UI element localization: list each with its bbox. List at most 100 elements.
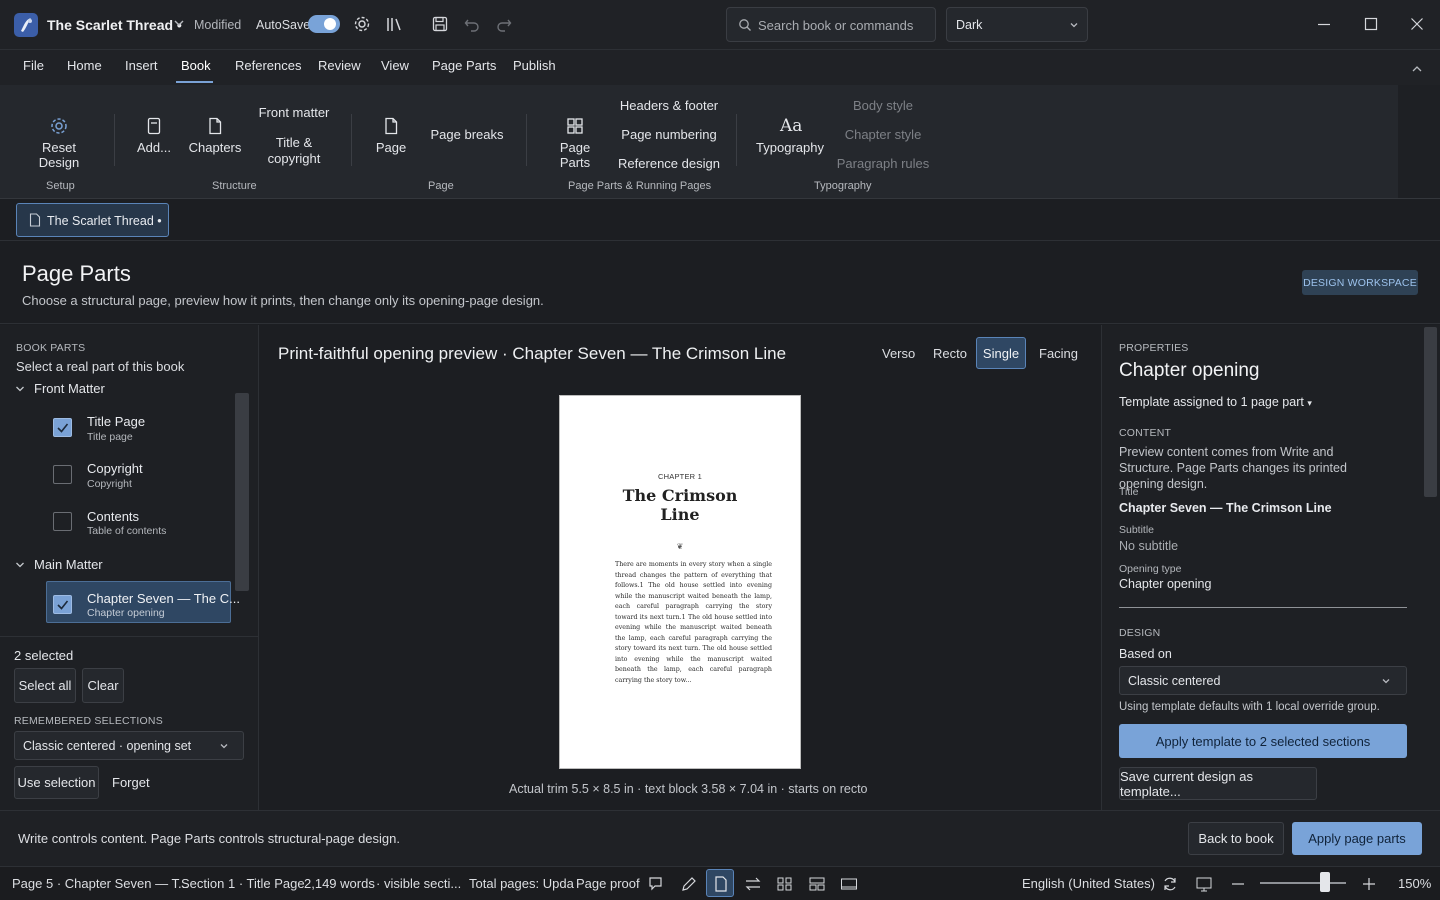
autosave-toggle[interactable] bbox=[308, 15, 340, 33]
part-title[interactable]: Title Page bbox=[87, 414, 145, 429]
swap-icon[interactable] bbox=[743, 874, 763, 894]
select-all-button[interactable]: Select all bbox=[14, 668, 76, 703]
refresh-icon[interactable] bbox=[1160, 874, 1180, 894]
part-subtitle: Title page bbox=[87, 431, 133, 443]
typography-icon: Aa bbox=[780, 116, 803, 136]
status-page[interactable]: Page 5 · Chapter Seven — T... bbox=[12, 876, 189, 891]
paragraph-rules-button[interactable]: Paragraph rules bbox=[834, 156, 932, 171]
page-button[interactable]: Page bbox=[371, 116, 411, 155]
chevron-down-icon[interactable] bbox=[14, 559, 26, 571]
title-page-checkbox[interactable] bbox=[53, 418, 72, 437]
save-icon[interactable] bbox=[431, 15, 449, 33]
chapters-button[interactable]: Chapters bbox=[186, 116, 244, 155]
page-parts-label: Page Parts bbox=[559, 140, 591, 170]
chapter-seven-checkbox[interactable] bbox=[53, 595, 72, 614]
front-matter-button[interactable]: Front matter bbox=[256, 105, 332, 120]
use-selection-button[interactable]: Use selection bbox=[14, 766, 99, 799]
front-matter-group[interactable]: Front Matter bbox=[34, 381, 105, 396]
page-subtitle: Choose a structural page, preview how it… bbox=[22, 293, 544, 308]
search-box[interactable]: Search book or commands bbox=[726, 7, 936, 42]
apply-template-button[interactable]: Apply template to 2 selected sections bbox=[1119, 724, 1407, 758]
headers-footer-button[interactable]: Headers & footer bbox=[617, 98, 721, 113]
zoom-slider-handle[interactable] bbox=[1320, 872, 1330, 892]
page-breaks-button[interactable]: Page breaks bbox=[430, 127, 504, 142]
page-header bbox=[0, 241, 1440, 324]
menu-file[interactable]: File bbox=[23, 58, 44, 73]
close-icon[interactable] bbox=[1409, 16, 1425, 32]
maximize-icon[interactable] bbox=[1363, 16, 1379, 32]
chevron-down-icon[interactable] bbox=[14, 383, 26, 395]
list-item-selected[interactable]: Chapter Seven — The C... Chapter opening bbox=[46, 581, 240, 623]
chapter-style-button[interactable]: Chapter style bbox=[838, 127, 928, 142]
chevron-down-icon[interactable] bbox=[172, 16, 186, 30]
page-parts-button[interactable]: Page Parts bbox=[544, 116, 606, 170]
status-section[interactable]: Section 1 · Title Page bbox=[181, 876, 305, 891]
menu-insert[interactable]: Insert bbox=[125, 58, 158, 73]
status-words[interactable]: 2,149 words bbox=[304, 876, 375, 891]
title-copyright-button[interactable]: Title & copyright bbox=[264, 135, 324, 167]
menu-page-parts[interactable]: Page Parts bbox=[432, 58, 496, 73]
based-on-select[interactable]: Classic centered bbox=[1119, 666, 1407, 695]
page-numbering-button[interactable]: Page numbering bbox=[617, 127, 721, 142]
redo-icon[interactable] bbox=[495, 15, 513, 33]
typography-button[interactable]: Aa Typography bbox=[754, 116, 826, 155]
view-recto[interactable]: Recto bbox=[933, 346, 967, 361]
zoom-in-icon[interactable] bbox=[1359, 874, 1379, 894]
save-template-button[interactable]: Save current design as template... bbox=[1119, 767, 1317, 800]
zoom-level[interactable]: 150% bbox=[1398, 876, 1431, 891]
menu-publish[interactable]: Publish bbox=[513, 58, 556, 73]
theme-value: Dark bbox=[956, 18, 983, 32]
clear-button[interactable]: Clear bbox=[82, 668, 124, 703]
menu-references[interactable]: References bbox=[235, 58, 301, 73]
view-facing[interactable]: Facing bbox=[1039, 346, 1078, 361]
back-to-book-button[interactable]: Back to book bbox=[1188, 822, 1284, 855]
document-title: The Scarlet Thread • bbox=[47, 17, 182, 33]
selected-count: 2 selected bbox=[14, 648, 74, 663]
body-style-button[interactable]: Body style bbox=[838, 98, 928, 113]
minimize-icon[interactable] bbox=[1316, 16, 1332, 32]
grid-icon[interactable] bbox=[775, 874, 795, 894]
gear-icon[interactable] bbox=[353, 15, 371, 33]
page-view-active[interactable] bbox=[706, 869, 734, 897]
ribbon-separator bbox=[736, 114, 737, 166]
part-subtitle: Copyright bbox=[87, 478, 132, 490]
copyright-checkbox[interactable] bbox=[53, 465, 72, 484]
library-icon[interactable] bbox=[385, 15, 403, 33]
spread-icon[interactable] bbox=[839, 874, 859, 894]
zoom-out-icon[interactable] bbox=[1228, 874, 1248, 894]
theme-select[interactable]: Dark bbox=[946, 7, 1088, 42]
book-parts-label: BOOK PARTS bbox=[16, 342, 86, 354]
layout-icon[interactable] bbox=[807, 874, 827, 894]
forget-button[interactable]: Forget bbox=[112, 775, 150, 790]
parts-scrollbar[interactable] bbox=[235, 393, 249, 591]
menu-home[interactable]: Home bbox=[67, 58, 102, 73]
view-single[interactable]: Single bbox=[976, 337, 1026, 369]
status-language[interactable]: English (United States) bbox=[1022, 876, 1155, 891]
view-verso[interactable]: Verso bbox=[882, 346, 915, 361]
menu-view[interactable]: View bbox=[381, 58, 409, 73]
comments-icon[interactable] bbox=[647, 874, 667, 894]
search-input[interactable]: Search book or commands bbox=[758, 18, 913, 33]
reference-design-button[interactable]: Reference design bbox=[617, 156, 721, 171]
zoom-slider[interactable] bbox=[1260, 882, 1346, 884]
part-title[interactable]: Copyright bbox=[87, 461, 143, 476]
reset-design-button[interactable]: Reset Design bbox=[20, 116, 98, 170]
display-icon[interactable] bbox=[1194, 874, 1214, 894]
chevron-up-icon[interactable] bbox=[1410, 62, 1424, 76]
apply-page-parts-button[interactable]: Apply page parts bbox=[1292, 822, 1422, 855]
document-tab[interactable]: The Scarlet Thread • bbox=[16, 203, 169, 237]
pen-icon[interactable] bbox=[679, 874, 699, 894]
status-page-proof[interactable]: Page proof bbox=[576, 876, 640, 891]
main-matter-group[interactable]: Main Matter bbox=[34, 557, 103, 572]
properties-scrollbar[interactable] bbox=[1424, 327, 1437, 497]
menu-review[interactable]: Review bbox=[318, 58, 361, 73]
undo-icon[interactable] bbox=[463, 15, 481, 33]
ribbon-separator bbox=[351, 114, 352, 166]
menu-book[interactable]: Book bbox=[181, 58, 211, 73]
contents-checkbox[interactable] bbox=[53, 512, 72, 531]
remembered-selections-select[interactable]: Classic centered · opening set bbox=[14, 731, 244, 760]
add-button[interactable]: Add... bbox=[133, 116, 175, 155]
part-title[interactable]: Contents bbox=[87, 509, 139, 524]
template-assigned[interactable]: Template assigned to 1 page part ▾ bbox=[1119, 395, 1312, 409]
divider bbox=[1119, 607, 1407, 608]
